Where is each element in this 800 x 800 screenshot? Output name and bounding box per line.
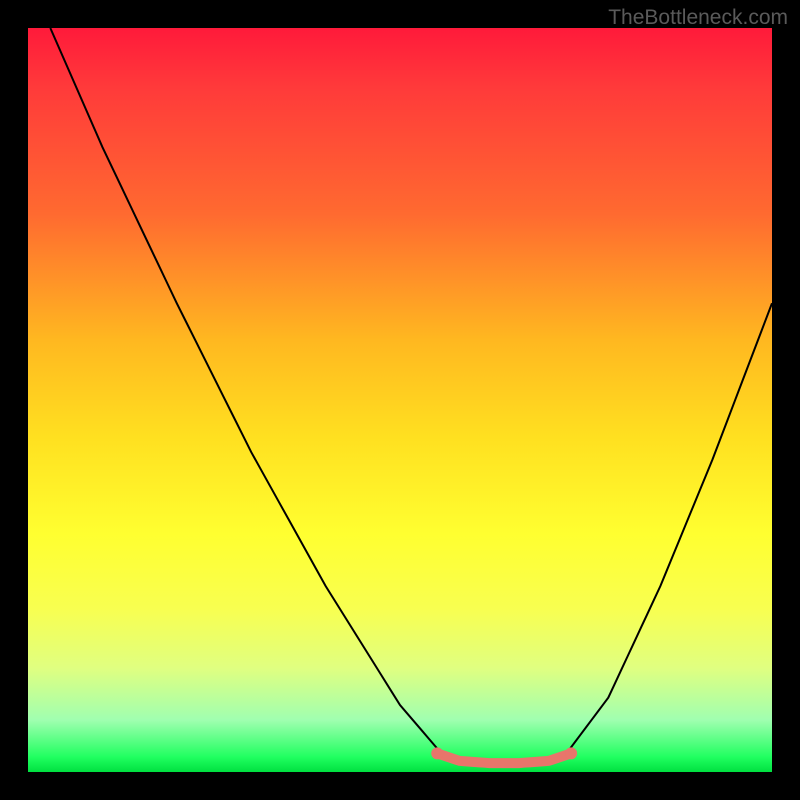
watermark-text: TheBottleneck.com — [608, 6, 788, 30]
bottom-highlight — [431, 747, 577, 763]
chart-svg — [28, 28, 772, 772]
left-curve — [50, 28, 444, 757]
right-curve — [564, 303, 772, 757]
chart-plot-area — [28, 28, 772, 772]
